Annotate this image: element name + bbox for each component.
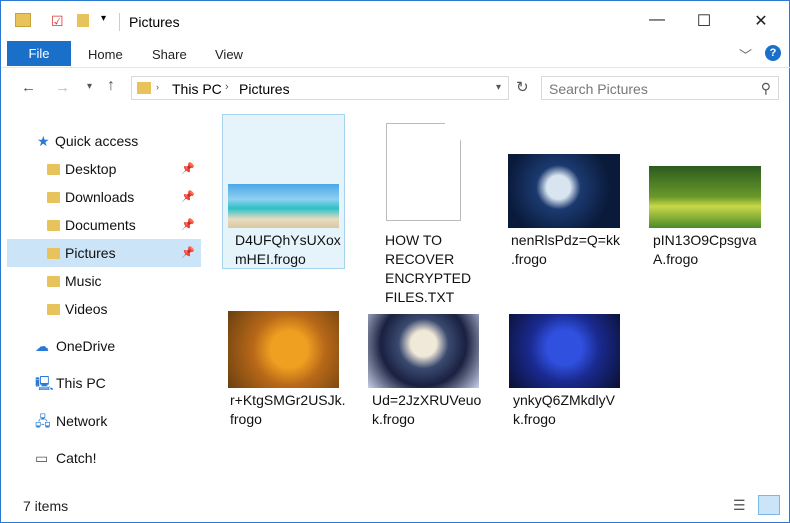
drive-icon: ▭ xyxy=(35,450,49,466)
sidebar-item-label: This PC xyxy=(56,375,106,391)
address-bar[interactable]: › This PC › Pictures ▾ xyxy=(131,76,509,100)
sidebar-item-documents[interactable]: Documents 📌 xyxy=(7,211,201,239)
sidebar-item-label: Downloads xyxy=(65,189,135,205)
file-label[interactable]: r+KtgSMGr2USJk. frogo xyxy=(230,391,350,429)
search-input[interactable]: Search Pictures ⚲ xyxy=(541,76,779,100)
address-dropdown-icon[interactable]: ▾ xyxy=(496,82,501,93)
tab-share[interactable]: Share xyxy=(152,47,187,62)
sidebar-item-label: Network xyxy=(56,413,108,429)
sidebar-item-downloads[interactable]: Downloads 📌 xyxy=(7,183,201,211)
pictures-folder-icon xyxy=(137,82,151,94)
navigation-pane: ★ Quick access Desktop 📌 Downloads 📌 Docume… xyxy=(1,111,206,491)
folder-icon xyxy=(47,192,60,203)
search-placeholder: Search Pictures xyxy=(549,81,648,97)
sidebar-item-desktop[interactable]: Desktop 📌 xyxy=(7,155,201,183)
file-thumbnail[interactable] xyxy=(508,154,620,228)
pin-icon[interactable]: 📌 xyxy=(181,211,195,239)
pin-icon[interactable]: 📌 xyxy=(181,183,195,211)
details-view-icon[interactable]: ☰ xyxy=(733,497,746,514)
sidebar-item-pictures[interactable]: Pictures 📌 xyxy=(7,239,201,267)
file-label[interactable]: ynkyQ6ZMkdlyV k.frogo xyxy=(513,391,633,429)
explorer-icon xyxy=(15,13,31,27)
pin-icon[interactable]: 📌 xyxy=(181,239,195,267)
up-arrow-icon[interactable]: ↑ xyxy=(107,77,115,95)
folder-icon xyxy=(47,164,60,175)
help-button[interactable]: ? xyxy=(765,45,781,61)
sidebar-item-label: Music xyxy=(65,273,102,289)
network-icon: 🖧 xyxy=(35,413,51,429)
recent-locations-icon[interactable]: ▾ xyxy=(87,81,92,92)
computer-icon: 🖳 xyxy=(35,375,54,391)
sidebar-item-label: Catch! xyxy=(56,450,97,466)
expand-ribbon-icon[interactable]: ﹀ xyxy=(739,45,752,64)
large-icons-view-icon[interactable] xyxy=(758,495,780,515)
sidebar-item-videos[interactable]: Videos xyxy=(7,295,201,323)
item-count: 7 items xyxy=(23,498,69,514)
file-label[interactable]: Ud=2JzXRUVeuo k.frogo xyxy=(372,391,492,429)
file-thumbnail[interactable] xyxy=(228,184,339,228)
star-icon: ★ xyxy=(37,133,50,149)
pin-icon[interactable]: 📌 xyxy=(181,155,195,183)
file-label[interactable]: nenRlsPdz=Q=kk .frogo xyxy=(511,231,631,269)
breadcrumb-pictures[interactable]: Pictures xyxy=(239,81,290,97)
forward-arrow-icon[interactable]: → xyxy=(55,79,70,96)
folder-icon xyxy=(47,220,60,231)
file-thumbnail[interactable] xyxy=(649,166,761,228)
chevron-right-icon: › xyxy=(225,81,229,93)
folder-icon xyxy=(47,276,60,287)
file-thumbnail[interactable] xyxy=(509,314,620,388)
customize-toolbar-icon[interactable]: ▾ xyxy=(101,13,106,24)
folder-icon xyxy=(47,304,60,315)
title-bar: ☑ ▾ Pictures — ☐ ✕ xyxy=(1,1,790,41)
file-label[interactable]: D4UFQhYsUXox mHEI.frogo xyxy=(235,231,355,269)
tab-view[interactable]: View xyxy=(215,47,243,62)
file-thumbnail[interactable] xyxy=(228,311,339,388)
refresh-icon[interactable]: ↻ xyxy=(516,78,529,96)
sidebar-item-label: OneDrive xyxy=(56,338,116,354)
minimize-button[interactable]: — xyxy=(637,11,677,29)
sidebar-item-music[interactable]: Music xyxy=(7,267,201,295)
sidebar-item-onedrive[interactable]: ☁ OneDrive xyxy=(7,332,201,360)
sidebar-item-network[interactable]: 🖧 Network xyxy=(7,407,201,435)
sidebar-item-catch[interactable]: ▭ Catch! xyxy=(7,444,201,472)
new-folder-icon[interactable] xyxy=(77,14,89,27)
divider xyxy=(119,13,120,31)
file-tab[interactable]: File xyxy=(7,41,71,66)
text-document-icon[interactable] xyxy=(386,123,461,221)
sidebar-item-quick-access[interactable]: ★ Quick access xyxy=(7,127,201,155)
tab-home[interactable]: Home xyxy=(88,47,123,62)
chevron-right-icon: › xyxy=(156,82,159,92)
cloud-icon: ☁ xyxy=(35,338,49,354)
sidebar-item-this-pc[interactable]: 🖳 This PC xyxy=(7,369,201,397)
maximize-button[interactable]: ☐ xyxy=(684,11,724,31)
file-label[interactable]: HOW TO RECOVER ENCRYPTED FILES.TXT xyxy=(385,231,505,307)
search-icon: ⚲ xyxy=(760,80,771,96)
explorer-window: ☑ ▾ Pictures — ☐ ✕ File Home Share View … xyxy=(0,0,790,523)
divider xyxy=(1,67,790,68)
window-title: Pictures xyxy=(129,14,180,30)
file-thumbnail[interactable] xyxy=(368,314,479,388)
sidebar-item-label: Desktop xyxy=(65,161,117,177)
sidebar-item-label: Quick access xyxy=(55,133,139,149)
properties-icon[interactable]: ☑ xyxy=(51,13,64,30)
file-label[interactable]: pIN13O9Cpsgva A.frogo xyxy=(653,231,773,269)
back-arrow-icon[interactable]: ← xyxy=(21,79,36,96)
close-button[interactable]: ✕ xyxy=(741,11,781,31)
sidebar-item-label: Pictures xyxy=(65,245,116,261)
breadcrumb-this-pc[interactable]: This PC xyxy=(172,81,222,97)
sidebar-item-label: Videos xyxy=(65,301,108,317)
folder-icon xyxy=(47,248,60,259)
sidebar-item-label: Documents xyxy=(65,217,136,233)
